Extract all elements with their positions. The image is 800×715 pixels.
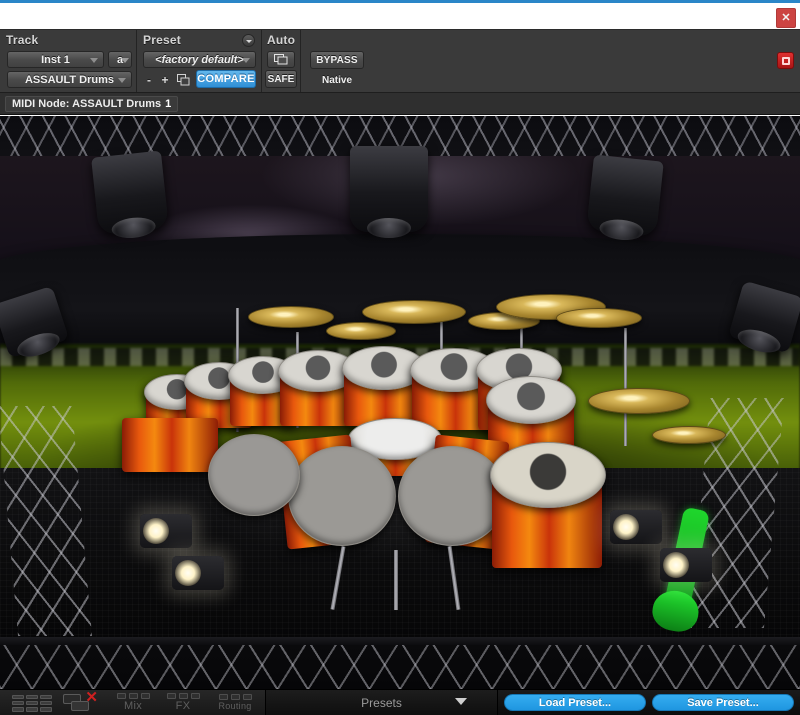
tab-routing-label: Routing — [218, 701, 252, 711]
automation-write-icon — [274, 54, 288, 65]
record-enable-button[interactable] — [777, 52, 794, 69]
track-section-title: Track — [6, 33, 39, 47]
close-x-icon: ✕ — [85, 688, 98, 706]
track-section: Track Inst 1 a ASSAULT Drums — [0, 30, 137, 92]
bypass-button[interactable]: BYPASS — [310, 51, 364, 69]
tab-indicator-dots — [218, 694, 252, 700]
tab-indicator-dots — [166, 693, 200, 699]
chevron-down-icon — [90, 57, 98, 63]
preset-menu-icon[interactable] — [242, 34, 255, 47]
preset-section: Preset <factory default> - + COMPARE — [137, 30, 262, 92]
tab-fx[interactable]: FX — [160, 690, 206, 715]
chevron-down-icon — [242, 57, 250, 63]
floor-wash-light — [610, 510, 662, 544]
copy-icon-glyph — [176, 73, 189, 85]
chevron-down-icon — [118, 77, 126, 83]
close-icon: ✕ — [781, 11, 791, 24]
load-preset-label: Load Preset... — [538, 696, 612, 709]
plugin-window: ✕ Track Inst 1 a ASSAULT Drums Preset <f… — [0, 0, 800, 715]
tom-shell — [122, 418, 218, 472]
splash-cymbal[interactable] — [326, 322, 396, 340]
tab-routing[interactable]: Routing — [208, 690, 262, 715]
load-preset-button[interactable]: Load Preset... — [504, 694, 646, 711]
toolbar-left-group: ✕ Mix FX Routing — [0, 689, 266, 715]
native-label: Native — [321, 74, 352, 86]
tab-mix[interactable]: Mix — [110, 690, 156, 715]
midi-node-number: 1 — [165, 98, 172, 110]
toolbar-right-group: Load Preset... Save Preset... — [498, 690, 800, 715]
ride-cymbal[interactable] — [362, 300, 466, 324]
record-icon — [781, 56, 790, 65]
save-preset-button[interactable]: Save Preset... — [652, 694, 794, 711]
tab-fx-label: FX — [175, 700, 191, 712]
preset-copy-icon[interactable] — [175, 72, 191, 87]
hardware-leg — [447, 546, 461, 610]
auto-section-title: Auto — [267, 33, 296, 47]
hardware-leg — [330, 546, 346, 610]
ride-cymbal[interactable] — [588, 388, 690, 414]
cymbal-stand — [624, 328, 627, 446]
floor-wash-light — [660, 548, 712, 582]
lower-truss-scaffold — [0, 637, 800, 689]
compare-label: COMPARE — [197, 73, 255, 85]
floor-tom[interactable] — [486, 376, 576, 424]
chevron-down-icon — [121, 57, 129, 63]
preset-name-label: <factory default> — [155, 53, 244, 66]
plugin-state-section: BYPASS Native — [301, 30, 800, 92]
midi-node-label: MIDI Node: ASSAULT Drums — [12, 98, 162, 110]
chevron-down-icon — [455, 697, 467, 705]
bypass-label: BYPASS — [316, 54, 358, 66]
preset-select[interactable]: <factory default> — [143, 51, 256, 68]
track-channel-select[interactable]: a — [108, 51, 132, 68]
stage-artwork[interactable] — [0, 116, 800, 689]
layers-close-icon[interactable]: ✕ — [63, 690, 98, 713]
floor-wash-light — [172, 556, 224, 590]
preset-minus-label: - — [147, 72, 151, 87]
safe-label: SAFE — [267, 73, 295, 85]
native-button[interactable]: Native — [310, 71, 364, 89]
window-close-button[interactable]: ✕ — [776, 8, 796, 28]
midi-node-bar: MIDI Node: ASSAULT Drums 1 — [0, 92, 800, 114]
preset-previous-button[interactable]: - — [143, 72, 155, 87]
preset-plus-label: + — [161, 72, 169, 87]
bottom-toolbar: ✕ Mix FX Routing Presets Load Preset... — [0, 689, 800, 715]
crash-cymbal[interactable] — [248, 306, 334, 328]
preset-compare-button[interactable]: COMPARE — [196, 70, 256, 88]
tab-mix-label: Mix — [123, 700, 142, 712]
auto-section: Auto SAFE — [262, 30, 301, 92]
preset-next-button[interactable]: + — [159, 72, 171, 87]
host-title-bar: ✕ — [0, 0, 800, 30]
automation-safe-button[interactable]: SAFE — [265, 70, 297, 88]
track-instrument-select[interactable]: Inst 1 — [7, 51, 104, 68]
presets-label: Presets — [361, 695, 402, 710]
presets-dropdown[interactable]: Presets — [266, 689, 498, 715]
tab-indicator-dots — [116, 693, 150, 699]
track-plugin-select[interactable]: ASSAULT Drums — [7, 71, 132, 88]
track-instrument-label: Inst 1 — [41, 53, 70, 66]
kick-drum-left[interactable] — [288, 446, 396, 546]
hardware-leg — [394, 550, 398, 610]
grid-view-icon[interactable] — [12, 694, 52, 712]
automation-write-button[interactable] — [267, 51, 295, 68]
plugin-header: Track Inst 1 a ASSAULT Drums Preset <fac… — [0, 30, 800, 115]
floor-tom-left[interactable] — [208, 434, 300, 516]
midi-node-chip[interactable]: MIDI Node: ASSAULT Drums 1 — [5, 96, 179, 112]
kick-drum-right[interactable] — [398, 446, 506, 546]
floor-wash-light — [140, 514, 192, 548]
crash-cymbal[interactable] — [652, 426, 726, 444]
drum-kit[interactable] — [0, 116, 800, 689]
track-plugin-label: ASSAULT Drums — [24, 73, 115, 86]
save-preset-label: Save Preset... — [687, 696, 759, 709]
china-cymbal[interactable] — [556, 308, 642, 328]
header-columns: Track Inst 1 a ASSAULT Drums Preset <fac… — [0, 30, 800, 92]
kick-drum-far-right[interactable] — [490, 442, 606, 508]
